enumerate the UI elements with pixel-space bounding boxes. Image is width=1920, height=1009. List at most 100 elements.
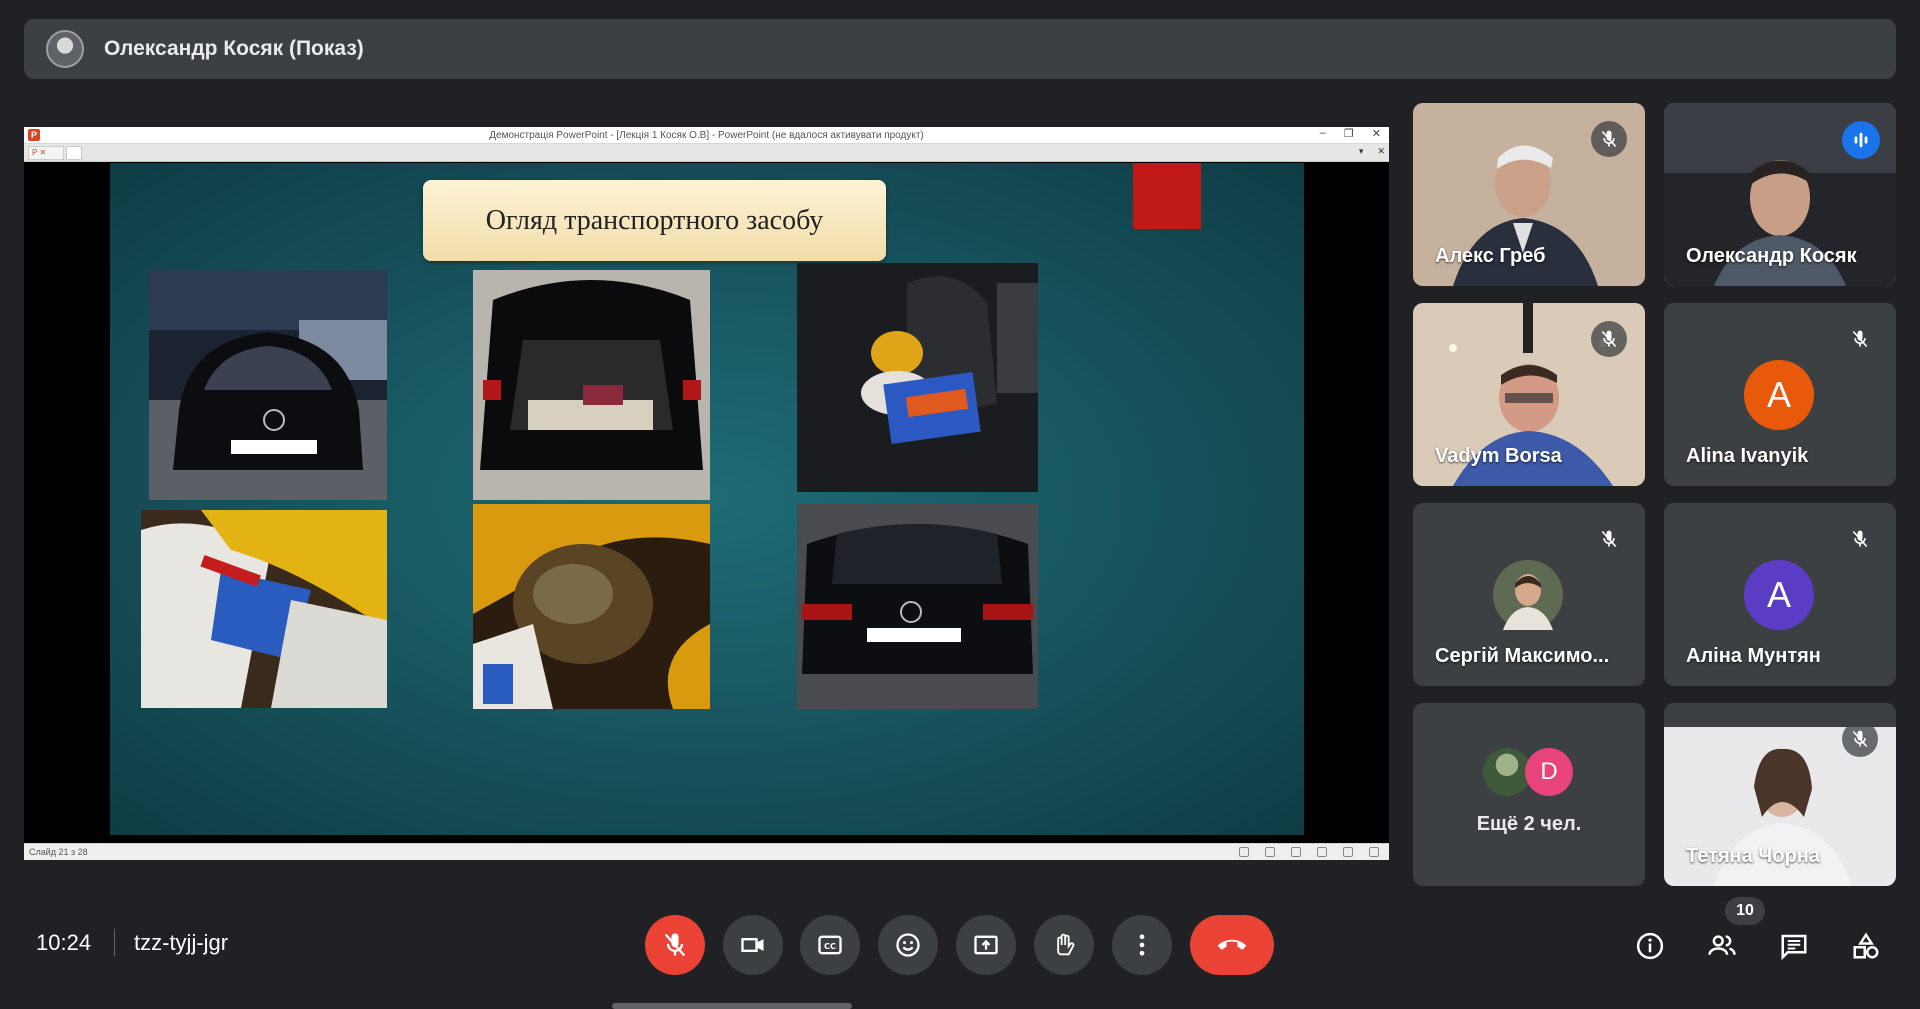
slide-red-accent bbox=[1133, 163, 1201, 229]
present-icon bbox=[974, 935, 998, 955]
slide-viewport: Огляд транспортного засобу bbox=[24, 163, 1389, 843]
mic-toggle-button[interactable] bbox=[645, 915, 705, 975]
slide-photo-car-rear bbox=[797, 504, 1038, 709]
participant-name: Олександр Косяк bbox=[1686, 245, 1857, 267]
powerpoint-logo-icon: P bbox=[28, 129, 40, 141]
presenter-banner: Олександр Косяк (Показ) bbox=[24, 19, 1896, 79]
meet-window: Олександр Косяк (Показ) P Демонстрація P… bbox=[0, 0, 1920, 1009]
powerpoint-window-title: Демонстрація PowerPoint - [Лекція 1 Кося… bbox=[489, 129, 924, 141]
mic-off-icon bbox=[1601, 130, 1617, 148]
audio-level-icon bbox=[1854, 132, 1868, 148]
speaking-indicator bbox=[1842, 121, 1880, 159]
participant-tile[interactable]: Сергій Максимо... bbox=[1413, 503, 1645, 686]
powerpoint-statusbar: Слайд 21 з 28 bbox=[24, 843, 1389, 860]
activities-button[interactable] bbox=[1844, 924, 1888, 968]
emoji-reaction-button[interactable] bbox=[878, 915, 938, 975]
slide-counter: Слайд 21 з 28 bbox=[29, 847, 88, 857]
svg-text:CC: CC bbox=[824, 941, 836, 951]
more-participants-label: Ещё 2 чел. bbox=[1476, 813, 1582, 835]
sorter-view-icon bbox=[1317, 847, 1327, 857]
muted-indicator bbox=[1842, 321, 1878, 357]
mic-off-icon bbox=[1852, 730, 1868, 748]
end-call-button[interactable] bbox=[1190, 915, 1274, 975]
slide-photo-bag-closeup bbox=[473, 504, 710, 709]
muted-indicator bbox=[1842, 721, 1878, 757]
more-participants-avatars: D bbox=[1483, 748, 1573, 796]
participant-count-badge: 10 bbox=[1725, 897, 1765, 925]
end-call-icon bbox=[1218, 939, 1246, 950]
participant-tile-active[interactable]: Олександр Косяк bbox=[1664, 103, 1896, 286]
more-participants-tile[interactable]: D Ещё 2 чел. bbox=[1413, 703, 1645, 886]
participant-avatar: D bbox=[1525, 748, 1573, 796]
powerpoint-window-buttons: – ❐ ✕ bbox=[1320, 127, 1381, 140]
participant-avatar: A bbox=[1744, 560, 1814, 630]
participant-name: Алекс Греб bbox=[1435, 245, 1546, 267]
participant-name: Vadym Borsa bbox=[1435, 445, 1562, 467]
restore-icon: ❐ bbox=[1343, 128, 1354, 140]
raise-hand-icon bbox=[1057, 933, 1075, 956]
mic-off-icon bbox=[1601, 530, 1617, 548]
slide-photo-bags bbox=[141, 510, 387, 708]
slide-photo-car-trunk bbox=[473, 270, 710, 500]
bottom-scroll-indicator bbox=[612, 1003, 852, 1009]
bottom-divider bbox=[114, 929, 115, 957]
powerpoint-doc-tab: P ✕ bbox=[28, 145, 64, 160]
participant-name: Тетяна Чорна bbox=[1686, 845, 1820, 867]
participant-tile[interactable]: Алекс Греб bbox=[1413, 103, 1645, 286]
present-now-button[interactable] bbox=[956, 915, 1016, 975]
reading-view-icon bbox=[1343, 847, 1353, 857]
dropdown-icon: ▾ bbox=[1358, 146, 1364, 156]
participant-tile[interactable]: A Alina Ivanyik bbox=[1664, 303, 1896, 486]
participant-avatar-photo bbox=[1483, 748, 1531, 796]
more-options-icon bbox=[1139, 934, 1145, 956]
muted-indicator bbox=[1842, 521, 1878, 557]
powerpoint-blank-tab bbox=[66, 145, 82, 160]
activities-icon bbox=[1853, 932, 1879, 959]
camera-toggle-button[interactable] bbox=[723, 915, 783, 975]
raise-hand-button[interactable] bbox=[1034, 915, 1094, 975]
participant-name: Сергій Максимо... bbox=[1435, 645, 1610, 667]
presenter-banner-title: Олександр Косяк (Показ) bbox=[104, 37, 364, 60]
presenter-avatar bbox=[46, 30, 84, 68]
meeting-code: tzz-tyjj-jgr bbox=[134, 930, 229, 955]
muted-indicator bbox=[1591, 121, 1627, 157]
slide-photo-car-front bbox=[149, 270, 387, 500]
slide: Огляд транспортного засобу bbox=[110, 163, 1304, 835]
notes-icon bbox=[1239, 847, 1249, 857]
info-icon bbox=[1636, 932, 1664, 960]
mic-off-icon bbox=[1601, 330, 1617, 348]
mic-off-icon bbox=[1852, 330, 1868, 348]
participant-avatar: A bbox=[1744, 360, 1814, 430]
meeting-clock: 10:24 bbox=[36, 930, 92, 955]
participant-tile[interactable]: A Аліна Мунтян bbox=[1664, 503, 1896, 686]
participant-avatar-photo bbox=[1493, 560, 1563, 630]
muted-indicator bbox=[1591, 321, 1627, 357]
people-icon bbox=[1708, 935, 1736, 955]
mic-off-icon bbox=[1852, 530, 1868, 548]
camera-icon bbox=[741, 938, 764, 952]
meeting-details-button[interactable] bbox=[1628, 924, 1672, 968]
chat-button[interactable] bbox=[1772, 924, 1816, 968]
muted-indicator bbox=[1591, 521, 1627, 557]
participant-tile[interactable]: Тетяна Чорна bbox=[1664, 703, 1896, 886]
captions-button[interactable]: CC bbox=[800, 915, 860, 975]
slide-title: Огляд транспортного засобу bbox=[423, 180, 886, 261]
mic-off-icon bbox=[664, 933, 686, 957]
close-icon: ✕ bbox=[1371, 128, 1381, 140]
slideshow-view-icon bbox=[1369, 847, 1379, 857]
close-doc-icon: ✕ bbox=[1377, 146, 1385, 156]
shared-screen[interactable]: P Демонстрація PowerPoint - [Лекція 1 Ко… bbox=[24, 127, 1389, 860]
participant-tile[interactable]: Vadym Borsa bbox=[1413, 303, 1645, 486]
emoji-icon bbox=[896, 933, 920, 957]
captions-icon: CC bbox=[818, 935, 842, 955]
normal-view-icon bbox=[1291, 847, 1301, 857]
powerpoint-tabbar: P ✕ ▾ ✕ bbox=[24, 144, 1389, 162]
powerpoint-titlebar: P Демонстрація PowerPoint - [Лекція 1 Ко… bbox=[24, 127, 1389, 144]
people-button[interactable] bbox=[1700, 924, 1744, 968]
more-options-button[interactable] bbox=[1112, 915, 1172, 975]
chat-icon bbox=[1781, 934, 1807, 961]
minimize-icon: – bbox=[1319, 127, 1326, 139]
participant-name: Аліна Мунтян bbox=[1686, 645, 1821, 667]
slide-photo-back-seat bbox=[797, 263, 1038, 492]
comments-icon bbox=[1265, 847, 1275, 857]
